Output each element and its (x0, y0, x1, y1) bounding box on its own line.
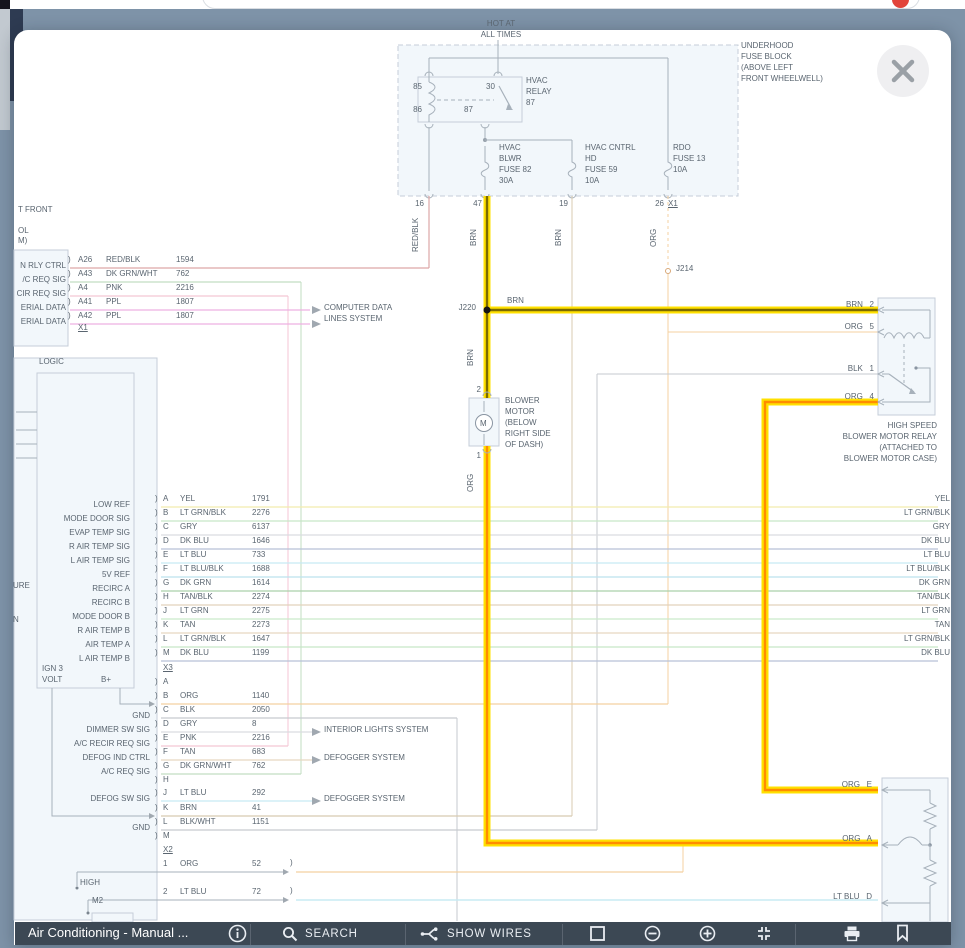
close-icon (890, 58, 916, 84)
junction-dot (76, 887, 79, 890)
m2-connector-box (92, 913, 133, 922)
toolbar-divider (405, 924, 406, 945)
highlight-band (765, 402, 878, 790)
logic-box (37, 373, 134, 688)
highlight-band (487, 446, 878, 843)
bookmark-icon[interactable] (895, 924, 910, 947)
system-arrow-icon (312, 306, 321, 314)
toolbar-divider (250, 924, 251, 945)
j220-junction (484, 307, 491, 314)
route-arrow-icon (283, 869, 289, 875)
search-button[interactable]: SEARCH (282, 922, 358, 945)
diagram-title: Air Conditioning - Manual ... (28, 925, 188, 940)
toolbar-divider (562, 924, 563, 945)
viewer-toolbar: Air Conditioning - Manual ... SEARCH SHO… (15, 922, 951, 945)
blower-motor-symbol (476, 415, 493, 432)
close-button[interactable] (877, 45, 929, 97)
toolbar-divider (795, 924, 796, 945)
show-wires-icon (420, 926, 440, 942)
show-wires-label: SHOW WIRES (447, 928, 532, 940)
center-view-icon[interactable] (755, 925, 773, 947)
highlight-brn-core (487, 196, 878, 398)
search-icon (282, 926, 298, 942)
screen: { "bracket": ")", "toolbar": { "title": … (0, 0, 965, 945)
hs-relay-box (878, 298, 935, 415)
system-arrow-icon (312, 320, 321, 328)
print-icon[interactable] (843, 925, 861, 947)
system-arrow-icon (312, 756, 321, 764)
zoom-out-icon[interactable] (644, 925, 661, 947)
blower-resistor-box (882, 778, 948, 922)
system-arrow-icon (312, 728, 321, 736)
highlight-org-core (765, 402, 878, 790)
system-arrow-icon (312, 797, 321, 805)
wiring-diagram-canvas[interactable] (0, 0, 965, 945)
info-icon[interactable] (228, 924, 247, 948)
highlight-band (487, 196, 878, 398)
highlight-org-core (487, 446, 878, 843)
show-wires-button[interactable]: SHOW WIRES (420, 922, 532, 945)
search-label: SEARCH (305, 928, 358, 940)
fit-page-icon[interactable] (589, 925, 606, 947)
junction-dot (914, 366, 917, 369)
ecm-upper-box (14, 250, 68, 346)
j214-splice (666, 269, 671, 274)
zoom-in-icon[interactable] (699, 925, 716, 947)
junction-dot (87, 912, 90, 915)
route-arrow-icon (283, 897, 289, 903)
